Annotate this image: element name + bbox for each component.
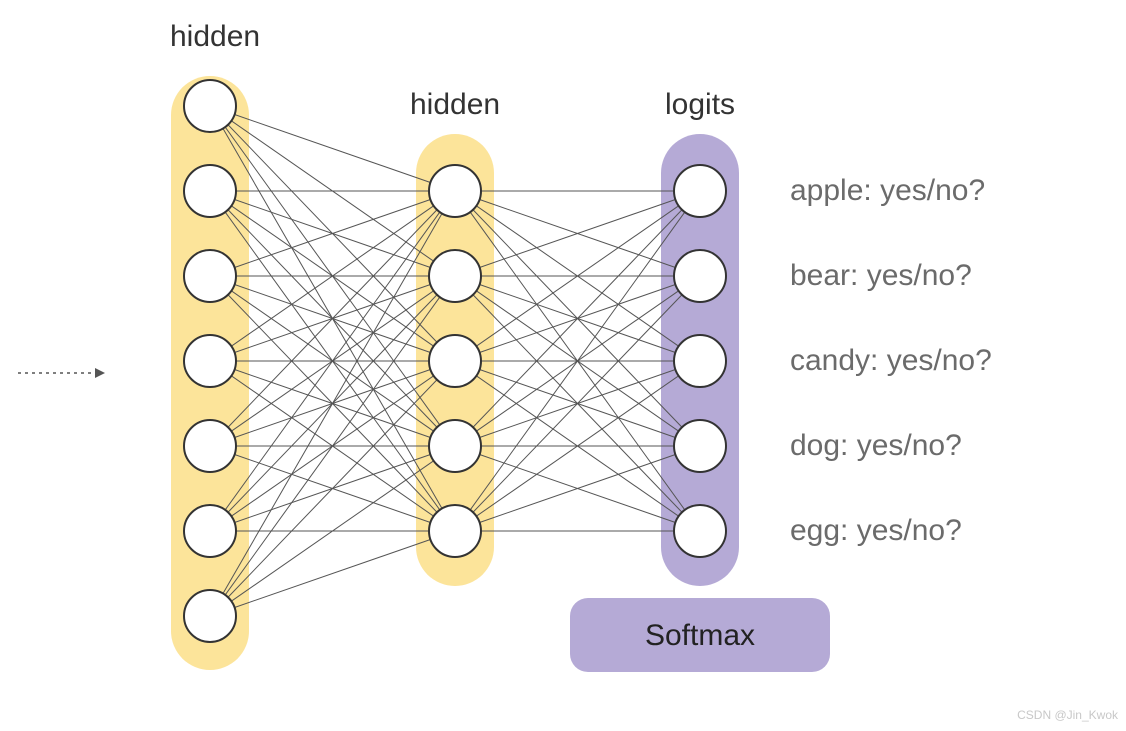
layer-label-hidden2: hidden — [410, 88, 500, 122]
output-label-2: candy: yes/no? — [790, 344, 992, 378]
layer-label-hidden1: hidden — [170, 20, 260, 54]
node-logits-2 — [674, 335, 726, 387]
node-logits-1 — [674, 250, 726, 302]
node-hidden1-5 — [184, 505, 236, 557]
watermark: CSDN @Jin_Kwok — [1017, 708, 1118, 722]
output-label-4: egg: yes/no? — [790, 514, 962, 548]
node-hidden2-2 — [429, 335, 481, 387]
input-arrow-head — [95, 368, 105, 378]
node-hidden1-1 — [184, 165, 236, 217]
node-hidden1-4 — [184, 420, 236, 472]
output-label-0: apple: yes/no? — [790, 174, 985, 208]
softmax-label: Softmax — [645, 619, 755, 652]
node-logits-3 — [674, 420, 726, 472]
output-label-3: dog: yes/no? — [790, 429, 962, 463]
node-hidden2-4 — [429, 505, 481, 557]
node-logits-4 — [674, 505, 726, 557]
output-label-1: bear: yes/no? — [790, 259, 972, 293]
node-hidden1-6 — [184, 590, 236, 642]
node-hidden2-0 — [429, 165, 481, 217]
node-hidden2-3 — [429, 420, 481, 472]
layer-label-logits: logits — [665, 88, 735, 122]
node-hidden1-0 — [184, 80, 236, 132]
node-hidden1-3 — [184, 335, 236, 387]
nn-diagram: Softmax hidden hidden logits apple: yes/… — [0, 0, 1126, 726]
node-logits-0 — [674, 165, 726, 217]
node-hidden1-2 — [184, 250, 236, 302]
node-hidden2-1 — [429, 250, 481, 302]
